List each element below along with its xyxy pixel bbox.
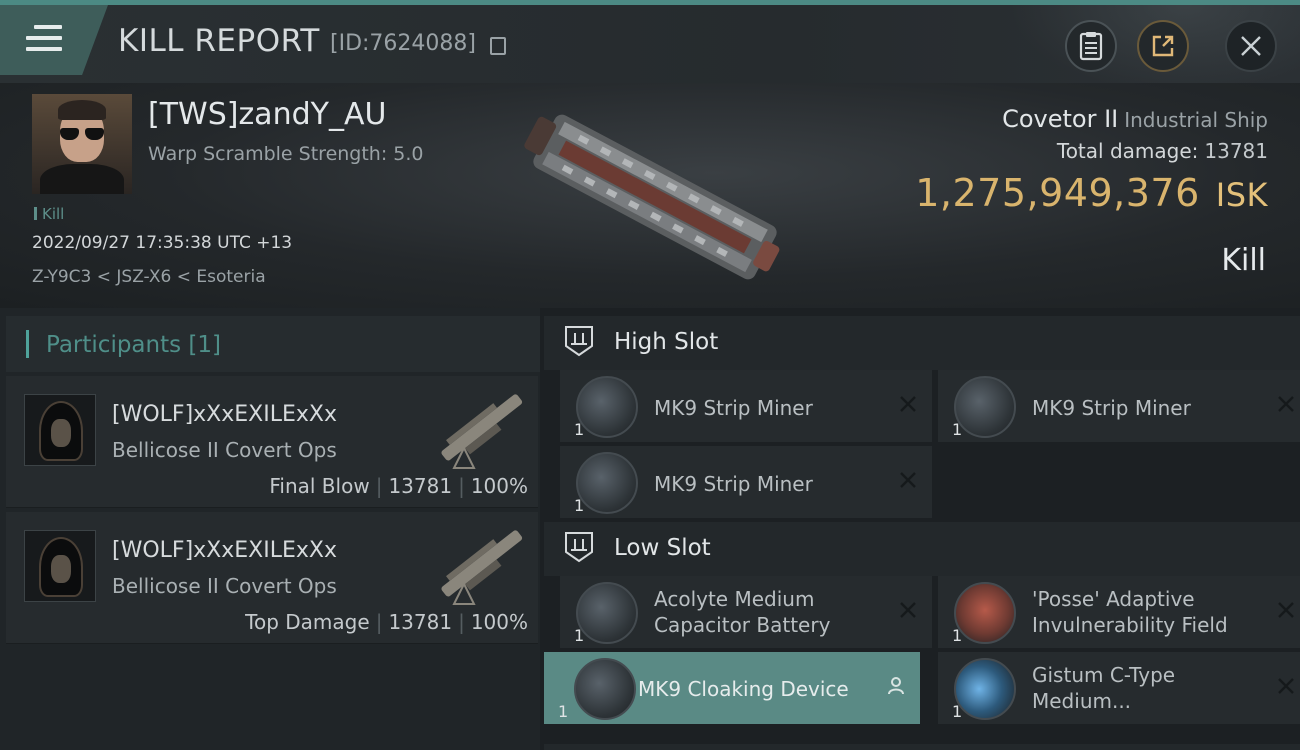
participant-ship: Bellicose II Covert Ops xyxy=(112,574,337,598)
next-slot-header-stub xyxy=(544,744,1300,750)
destroyed-x-icon xyxy=(900,602,916,618)
copy-icon[interactable] xyxy=(490,37,506,55)
capacitor-battery-icon xyxy=(576,582,638,644)
participants-accent-bar xyxy=(26,330,29,358)
menu-button[interactable] xyxy=(0,5,108,75)
module-slot[interactable]: 1 Gistum C-Type Medium... xyxy=(938,652,1300,724)
module-quantity: 1 xyxy=(952,420,963,439)
participant-role: Final Blow xyxy=(269,474,370,498)
module-slot[interactable]: 1 MK9 Strip Miner xyxy=(560,446,932,518)
shield-extender-icon xyxy=(954,658,1016,720)
participant-card[interactable]: [WOLF]xXxEXILExXx Bellicose II Covert Op… xyxy=(6,512,538,644)
module-quantity: 1 xyxy=(952,702,963,721)
share-icon xyxy=(1152,35,1174,57)
module-slot[interactable]: 1 'Posse' Adaptive Invulnerability Field xyxy=(938,576,1300,648)
module-name: Acolyte Medium Capacitor Battery xyxy=(654,587,831,637)
victim-portrait[interactable] xyxy=(32,94,132,194)
close-button[interactable] xyxy=(1225,20,1277,72)
participant-card[interactable]: [WOLF]xXxEXILExXx Bellicose II Covert Op… xyxy=(6,376,538,508)
participant-damage: 13781 xyxy=(388,474,453,498)
kill-summary: [TWS]zandY_AU Warp Scramble Strength: 5.… xyxy=(0,83,1300,308)
participant-ship-image xyxy=(441,394,523,469)
low-slot-label: Low Slot xyxy=(614,535,711,561)
person-icon xyxy=(888,677,904,695)
module-quantity: 1 xyxy=(952,626,963,645)
destroyed-x-icon xyxy=(1278,602,1294,618)
fitting-panel: High Slot 1 MK9 Strip Miner 1 MK9 Strip … xyxy=(540,308,1300,750)
ship-class: Industrial Ship xyxy=(1124,108,1268,132)
module-slot[interactable]: 1 MK9 Strip Miner xyxy=(560,370,932,442)
high-slot-label: High Slot xyxy=(614,329,719,355)
total-damage-label: Total damage: xyxy=(1056,139,1199,163)
isk-amount: 1,275,949,376 xyxy=(915,171,1200,215)
high-slot-icon xyxy=(565,326,593,357)
kill-datetime: 2022/09/27 17:35:38 UTC +13 xyxy=(32,233,293,253)
participant-name: [WOLF]xXxEXILExXx xyxy=(112,402,337,427)
module-name: MK9 Strip Miner xyxy=(1032,396,1191,420)
participant-stats: Final Blow | 13781 | 100% xyxy=(269,474,528,498)
low-slot-icon xyxy=(565,532,593,563)
cloaking-device-icon xyxy=(574,658,636,720)
ship-image xyxy=(524,114,780,280)
total-damage: Total damage: 13781 xyxy=(1057,139,1268,163)
destroyed-x-icon xyxy=(900,472,916,488)
total-damage-value: 13781 xyxy=(1204,139,1268,163)
strip-miner-icon xyxy=(576,376,638,438)
participants-count: [1] xyxy=(188,332,222,358)
module-name: 'Posse' Adaptive Invulnerability Field xyxy=(1032,587,1228,637)
participant-ship: Bellicose II Covert Ops xyxy=(112,438,337,462)
participant-percent: 100% xyxy=(470,474,528,498)
ship-name[interactable]: Covetor II Industrial Ship xyxy=(1002,105,1268,133)
module-name: MK9 Cloaking Device xyxy=(638,677,849,701)
participant-name: [WOLF]xXxEXILExXx xyxy=(112,538,337,563)
hamburger-icon xyxy=(26,25,62,53)
participant-ship-image xyxy=(441,530,523,605)
participant-damage: 13781 xyxy=(388,610,453,634)
strip-miner-icon xyxy=(576,452,638,514)
participants-header[interactable]: Participants [1] xyxy=(6,316,540,372)
ship-type-name: Covetor II xyxy=(1002,105,1119,133)
strip-miner-icon xyxy=(954,376,1016,438)
destroyed-x-icon xyxy=(900,396,916,412)
module-name: Gistum C-Type Medium... xyxy=(1032,663,1176,713)
invulnerability-field-icon xyxy=(954,582,1016,644)
module-quantity: 1 xyxy=(558,702,569,721)
share-button[interactable] xyxy=(1137,20,1189,72)
participants-title: Participants xyxy=(46,332,182,358)
kill-location: Z-Y9C3 < JSZ-X6 < Esoteria xyxy=(32,267,266,287)
module-slot[interactable]: 1 MK9 Strip Miner xyxy=(938,370,1300,442)
module-quantity: 1 xyxy=(574,496,585,515)
notes-button[interactable] xyxy=(1065,20,1117,72)
close-icon xyxy=(1241,36,1261,56)
participants-panel: Participants [1] [WOLF]xXxEXILExXx Belli… xyxy=(0,308,540,750)
isk-unit: ISK xyxy=(1215,176,1268,214)
victim-name[interactable]: [TWS]zandY_AU xyxy=(148,97,386,132)
low-slot-header: Low Slot xyxy=(544,522,1300,576)
participant-avatar[interactable] xyxy=(24,530,96,602)
page-title: KILL REPORT xyxy=(118,23,320,59)
kill-result: Kill xyxy=(1221,243,1266,278)
participant-stats: Top Damage | 13781 | 100% xyxy=(245,610,528,634)
high-slot-header: High Slot xyxy=(544,316,1300,370)
module-slot-highlighted[interactable]: 1 MK9 Cloaking Device xyxy=(544,652,920,724)
warp-scramble-strength: Warp Scramble Strength: 5.0 xyxy=(148,143,424,165)
module-slot[interactable]: 1 Acolyte Medium Capacitor Battery xyxy=(560,576,932,648)
report-id: [ID:7624088] xyxy=(330,31,476,56)
kill-tag: Kill xyxy=(34,205,64,223)
module-quantity: 1 xyxy=(574,626,585,645)
participant-avatar[interactable] xyxy=(24,394,96,466)
module-quantity: 1 xyxy=(574,420,585,439)
module-name: MK9 Strip Miner xyxy=(654,472,813,496)
isk-value: 1,275,949,376 ISK xyxy=(915,171,1268,215)
destroyed-x-icon xyxy=(1278,678,1294,694)
participants-label: Participants [1] xyxy=(46,332,221,358)
module-name: MK9 Strip Miner xyxy=(654,396,813,420)
header-bar: KILL REPORT [ID:7624088] xyxy=(0,5,1300,95)
destroyed-x-icon xyxy=(1278,396,1294,412)
clipboard-icon xyxy=(1079,32,1103,61)
participant-percent: 100% xyxy=(470,610,528,634)
participant-role: Top Damage xyxy=(245,610,370,634)
